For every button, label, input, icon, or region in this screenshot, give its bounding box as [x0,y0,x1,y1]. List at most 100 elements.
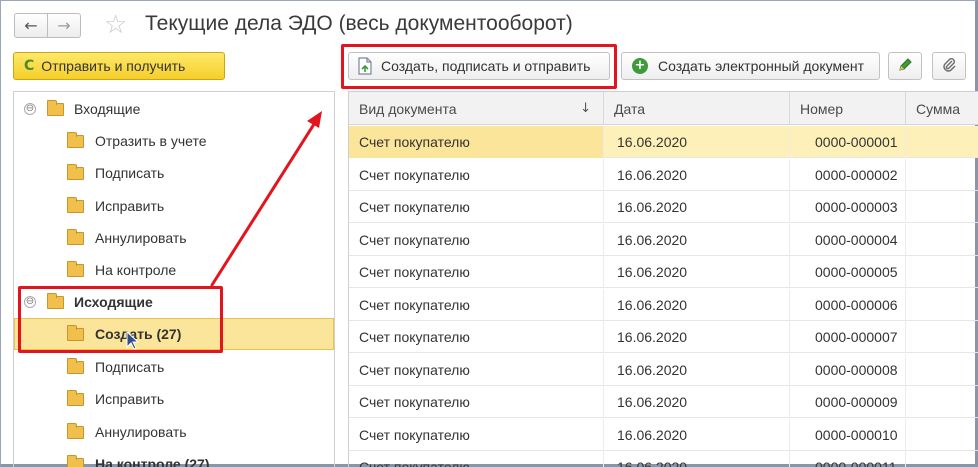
tree-group-label: Входящие [74,101,141,117]
table-row[interactable]: Счет покупателю 16.06.2020 0000-000010 [349,418,978,451]
cell-date: 16.06.2020 [604,353,790,386]
cell-doc-type: Счет покупателю [349,223,604,256]
cell-number: 0000-000007 [790,321,906,353]
collapse-icon[interactable]: ⊖ [24,103,36,115]
column-header-sum[interactable]: Сумма [906,92,978,125]
column-label: Номер [800,100,844,117]
tree-item-incoming-reflect[interactable]: Отразить в учете [14,125,334,157]
cell-date: 16.06.2020 [604,158,790,191]
send-receive-label: Отправить и получить [41,58,186,74]
sort-descending-icon: ↓ [580,101,591,116]
cell-doc-type: Счет покупателю [349,126,604,158]
tree-group-incoming[interactable]: ⊖ Входящие [14,93,334,125]
folder-icon [47,100,64,116]
cell-doc-type: Счет покупателю [349,386,604,418]
cell-doc-type: Счет покупателю [349,191,604,223]
cell-doc-type: Счет покупателю [349,353,604,386]
table-row[interactable]: Счет покупателю 16.06.2020 0000-000005 [349,256,978,288]
table-row[interactable]: Счет покупателю 16.06.2020 0000-000001 [349,126,978,158]
folder-icon [67,423,84,439]
table-row[interactable]: Счет покупателю 16.06.2020 0000-000004 [349,223,978,256]
table-row[interactable]: Счет покупателю 16.06.2020 0000-000008 [349,353,978,386]
folder-tree: ⊖ Входящие Отразить в учете Подписать Ис… [13,91,335,467]
cell-sum [906,451,978,467]
table-row[interactable]: Счет покупателю 16.06.2020 0000-000006 [349,288,978,321]
arrow-right-icon: → [57,16,71,35]
documents-table: Вид документа ↓ Дата Номер Сумма Счет по… [348,91,978,467]
cell-sum [906,419,978,451]
arrow-left-icon: ← [24,16,38,35]
folder-icon [67,132,84,148]
table-row[interactable]: Счет покупателю 16.06.2020 0000-000007 [349,321,978,353]
column-header-number[interactable]: Номер [790,92,906,125]
refresh-icon: C [24,58,35,74]
table-header: Вид документа ↓ Дата Номер Сумма [349,92,978,125]
cell-sum [906,289,978,321]
cell-doc-type: Счет покупателю [349,256,604,288]
folder-icon [67,164,84,180]
cell-number: 0000-000001 [790,126,906,158]
folder-icon [67,455,84,467]
cell-sum [906,126,978,158]
tree-item-label: Исправить [95,391,165,407]
cell-sum [906,191,978,223]
tree-item-outgoing-sign[interactable]: Подписать [14,351,334,383]
folder-icon [67,261,84,277]
tree-item-label: Исправить [95,198,165,214]
tree-item-incoming-fix[interactable]: Исправить [14,190,334,222]
table-row[interactable]: Счет покупателю 16.06.2020 0000-000003 [349,191,978,223]
cell-sum [906,354,978,386]
mouse-cursor-icon [126,331,140,350]
cell-number: 0000-000010 [790,418,906,451]
favorite-star-icon[interactable]: ☆ [104,10,127,40]
cell-date: 16.06.2020 [604,256,790,288]
column-label: Вид документа [359,100,457,117]
cell-number: 0000-000005 [790,256,906,288]
cell-date: 16.06.2020 [604,418,790,451]
forward-button[interactable]: → [47,13,81,38]
cell-doc-type: Счет покупателю [349,288,604,321]
back-button[interactable]: ← [14,13,48,38]
folder-icon [67,197,84,213]
tree-item-outgoing-cancel[interactable]: Аннулировать [14,416,334,448]
cell-doc-type: Счет покупателю [349,418,604,451]
tree-item-label: Подписать [95,165,165,181]
add-circle-icon: + [632,58,648,74]
tree-item-outgoing-fix[interactable]: Исправить [14,383,334,415]
tree-item-label: Отразить в учете [95,133,207,149]
annotation-highlight-create-button [341,44,617,89]
column-header-doc-type[interactable]: Вид документа ↓ [349,92,604,125]
column-header-date[interactable]: Дата [604,92,790,125]
column-label: Сумма [916,100,960,117]
create-edocument-button[interactable]: + Создать электронный документ [621,52,880,80]
tree-item-label: На контроле [95,262,177,278]
create-edocument-label: Создать электронный документ [658,58,865,74]
cell-sum [906,159,978,191]
send-receive-button[interactable]: C Отправить и получить [13,52,225,80]
cell-number: 0000-000002 [790,158,906,191]
cell-number: 0000-000006 [790,288,906,321]
cell-doc-type: Счет покупателю [349,321,604,353]
cell-sum [906,256,978,288]
table-row[interactable]: Счет покупателю 16.06.2020 0000-000009 [349,386,978,418]
attach-button[interactable] [932,52,966,80]
cell-date: 16.06.2020 [604,386,790,418]
edit-button[interactable] [888,52,922,80]
cell-number: 0000-000011 [790,451,906,467]
tree-item-label: Аннулировать [95,230,187,246]
folder-icon [67,229,84,245]
paperclip-icon [941,57,957,76]
table-row[interactable]: Счет покупателю 16.06.2020 0000-000002 [349,158,978,191]
cell-number: 0000-000004 [790,223,906,256]
table-row[interactable]: Счет покупателю 16.06.2020 0000-000011 [349,451,978,467]
cell-sum [906,321,978,353]
annotation-highlight-outgoing [18,286,223,353]
tree-item-incoming-sign[interactable]: Подписать [14,157,334,189]
tree-item-outgoing-control[interactable]: На контроле (27) [14,448,334,467]
tree-item-incoming-control[interactable]: На контроле [14,254,334,286]
cell-sum [906,224,978,256]
cell-sum [906,386,978,418]
tree-item-incoming-cancel[interactable]: Аннулировать [14,222,334,254]
cell-date: 16.06.2020 [604,451,790,467]
folder-icon [67,358,84,374]
